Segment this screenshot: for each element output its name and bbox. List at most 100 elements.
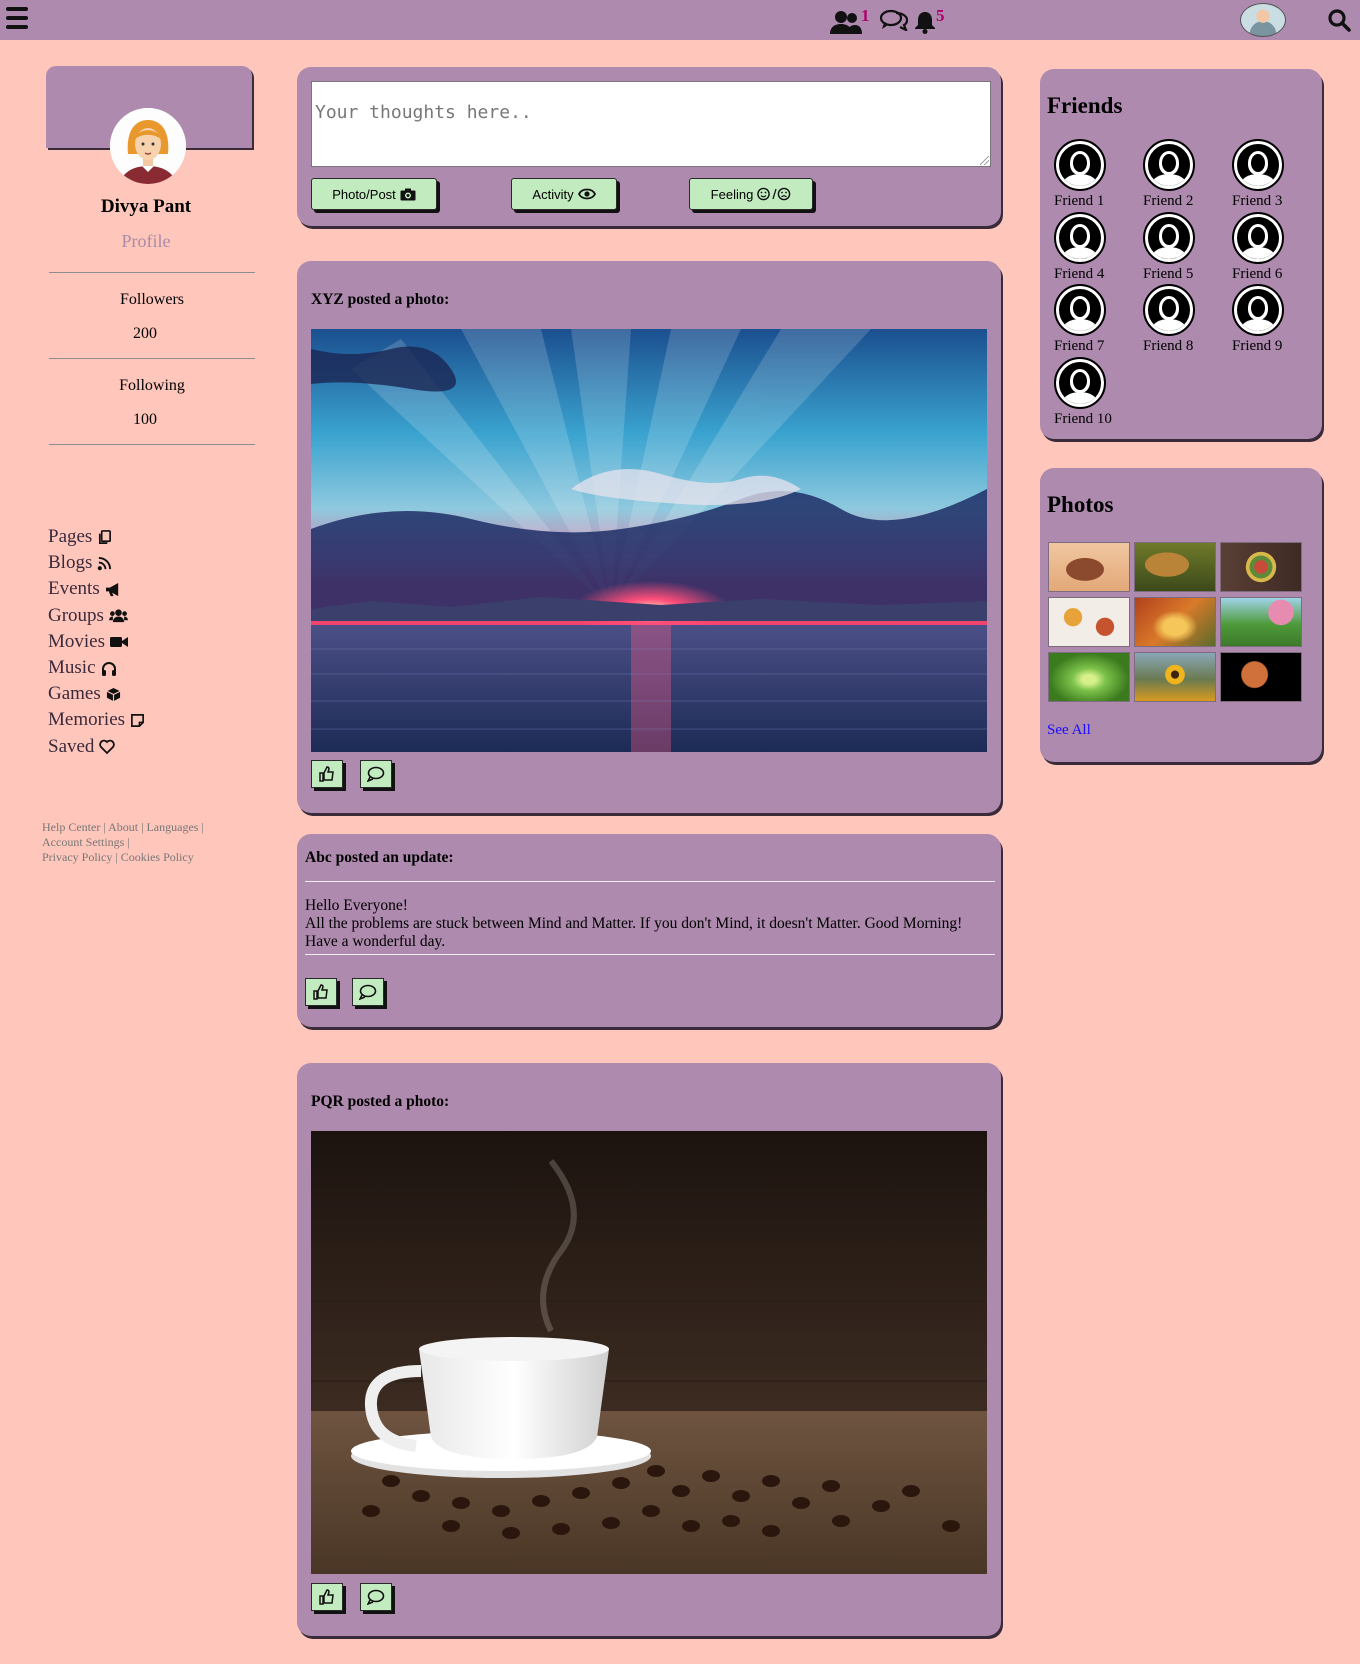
photo-thumb-green-tunnel[interactable] <box>1048 652 1130 702</box>
friend-name: Friend 10 <box>1054 411 1112 427</box>
sidebar-item-events[interactable]: Events <box>48 576 145 602</box>
followers-label: Followers <box>120 291 184 308</box>
friend-item[interactable]: Friend 9 <box>1218 284 1298 355</box>
friend-avatar-icon <box>1054 357 1106 409</box>
like-button[interactable] <box>311 760 343 788</box>
friend-name: Friend 5 <box>1143 266 1194 282</box>
comment-icon <box>367 1589 385 1605</box>
video-camera-icon <box>110 636 128 647</box>
activity-button[interactable]: Activity <box>511 178 617 210</box>
photo-thumb-planet[interactable] <box>1220 652 1302 702</box>
divider <box>49 272 255 273</box>
post-card: PQR posted a photo: <box>297 1063 1001 1636</box>
divider <box>49 444 255 445</box>
friends-panel: Friends Friend 1 Friend 2 Friend 3 Friend 4… <box>1040 69 1322 439</box>
friend-avatar-icon <box>1232 139 1284 191</box>
like-button[interactable] <box>311 1583 343 1611</box>
post-title: PQR posted a photo: <box>311 1093 450 1110</box>
photos-panel: Photos See All <box>1040 468 1322 762</box>
group-icon <box>109 609 128 623</box>
friend-avatar-icon <box>1054 284 1106 336</box>
comment-button[interactable] <box>360 760 392 788</box>
update-text: Hello Everyone! All the problems are stu… <box>305 897 963 950</box>
sidebar-item-saved[interactable]: Saved <box>48 734 145 760</box>
photo-post-button[interactable]: Photo/Post <box>311 178 437 210</box>
friend-item[interactable]: Friend 10 <box>1040 357 1120 428</box>
friend-name: Friend 8 <box>1143 338 1194 354</box>
sidebar-item-memories[interactable]: Memories <box>48 707 145 733</box>
cookies-policy-link[interactable]: Cookies Policy <box>121 850 194 864</box>
photo-thumb-elephants[interactable] <box>1048 542 1130 592</box>
comment-icon <box>367 766 385 782</box>
friend-avatar-icon <box>1232 284 1284 336</box>
menu-icon[interactable] <box>6 7 28 29</box>
friend-item[interactable]: Friend 2 <box>1129 139 1209 210</box>
sidebar-item-movies[interactable]: Movies <box>48 629 145 655</box>
post-card: XYZ posted a photo: <box>297 261 1001 813</box>
see-all-photos-link[interactable]: See All <box>1047 722 1091 739</box>
followers-count: 200 <box>133 325 157 342</box>
chat-icon[interactable] <box>880 9 908 31</box>
photo-thumb-autumn[interactable] <box>1134 597 1216 647</box>
post-title: XYZ posted a photo: <box>311 291 450 308</box>
thoughts-input[interactable]: Your thoughts here.. <box>311 81 991 167</box>
resize-handle[interactable] <box>980 156 989 165</box>
photo-thumb-spring-park[interactable] <box>1220 597 1302 647</box>
camera-icon <box>400 188 416 200</box>
comment-button[interactable] <box>352 978 384 1006</box>
sidebar-item-pages[interactable]: Pages <box>48 524 145 550</box>
post-image-sunset[interactable] <box>311 329 987 752</box>
friend-item[interactable]: Friend 7 <box>1040 284 1120 355</box>
friend-item[interactable]: Friend 4 <box>1040 212 1120 283</box>
photo-thumb-food[interactable] <box>1048 597 1130 647</box>
footer-links: Help Center | About | Languages | Accoun… <box>42 820 204 864</box>
sidebar-item-music[interactable]: Music <box>48 655 145 681</box>
friend-item[interactable]: Friend 8 <box>1129 284 1209 355</box>
post-card: Abc posted an update: Hello Everyone! Al… <box>297 834 1001 1027</box>
photo-thumb-lion[interactable] <box>1134 542 1216 592</box>
search-icon[interactable] <box>1327 8 1351 37</box>
friend-item[interactable]: Friend 6 <box>1218 212 1298 283</box>
bell-icon[interactable] <box>914 10 936 34</box>
sidebar-item-blogs[interactable]: Blogs <box>48 550 145 576</box>
top-bar: 1 5 <box>0 0 1360 40</box>
profile-avatar[interactable] <box>110 108 186 184</box>
avatar[interactable] <box>1240 3 1286 37</box>
sidebar-item-games[interactable]: Games <box>48 681 145 707</box>
heart-icon <box>99 739 116 755</box>
feeling-button[interactable]: Feeling <box>689 178 813 210</box>
privacy-policy-link[interactable]: Privacy Policy <box>42 850 112 864</box>
divider <box>305 954 995 955</box>
profile-name: Divya Pant <box>100 196 192 217</box>
divider <box>305 881 995 882</box>
thumbs-up-icon <box>313 984 328 1000</box>
friend-item[interactable]: Friend 1 <box>1040 139 1120 210</box>
profile-link[interactable]: Profile <box>46 231 246 252</box>
friend-name: Friend 2 <box>1143 193 1194 209</box>
sticky-note-icon <box>131 713 145 727</box>
cube-icon <box>106 687 121 701</box>
post-image-coffee[interactable] <box>311 1131 987 1574</box>
thumbs-up-icon <box>319 1589 334 1605</box>
eye-icon <box>577 188 596 200</box>
divider <box>49 358 255 359</box>
sidebar-item-groups[interactable]: Groups <box>48 603 145 629</box>
megaphone-icon <box>105 582 118 597</box>
like-button[interactable] <box>305 978 337 1006</box>
friend-item[interactable]: Friend 3 <box>1218 139 1298 210</box>
help-center-link[interactable]: Help Center <box>42 820 100 834</box>
languages-link[interactable]: Languages <box>146 820 198 834</box>
comment-button[interactable] <box>360 1583 392 1611</box>
friend-avatar-icon <box>1232 212 1284 264</box>
sidebar-nav: Pages Blogs Events Groups Movies Music G… <box>48 524 145 760</box>
comment-icon <box>359 984 377 1000</box>
about-link[interactable]: About <box>108 820 138 834</box>
following-count: 100 <box>133 411 157 428</box>
friend-item[interactable]: Friend 5 <box>1129 212 1209 283</box>
friend-name: Friend 3 <box>1232 193 1283 209</box>
photo-thumb-sunflowers[interactable] <box>1134 652 1216 702</box>
photo-thumb-fruit-bowl[interactable] <box>1220 542 1302 592</box>
photos-heading: Photos <box>1047 492 1114 517</box>
account-settings-link[interactable]: Account Settings <box>42 835 124 849</box>
friends-icon[interactable] <box>830 10 862 34</box>
